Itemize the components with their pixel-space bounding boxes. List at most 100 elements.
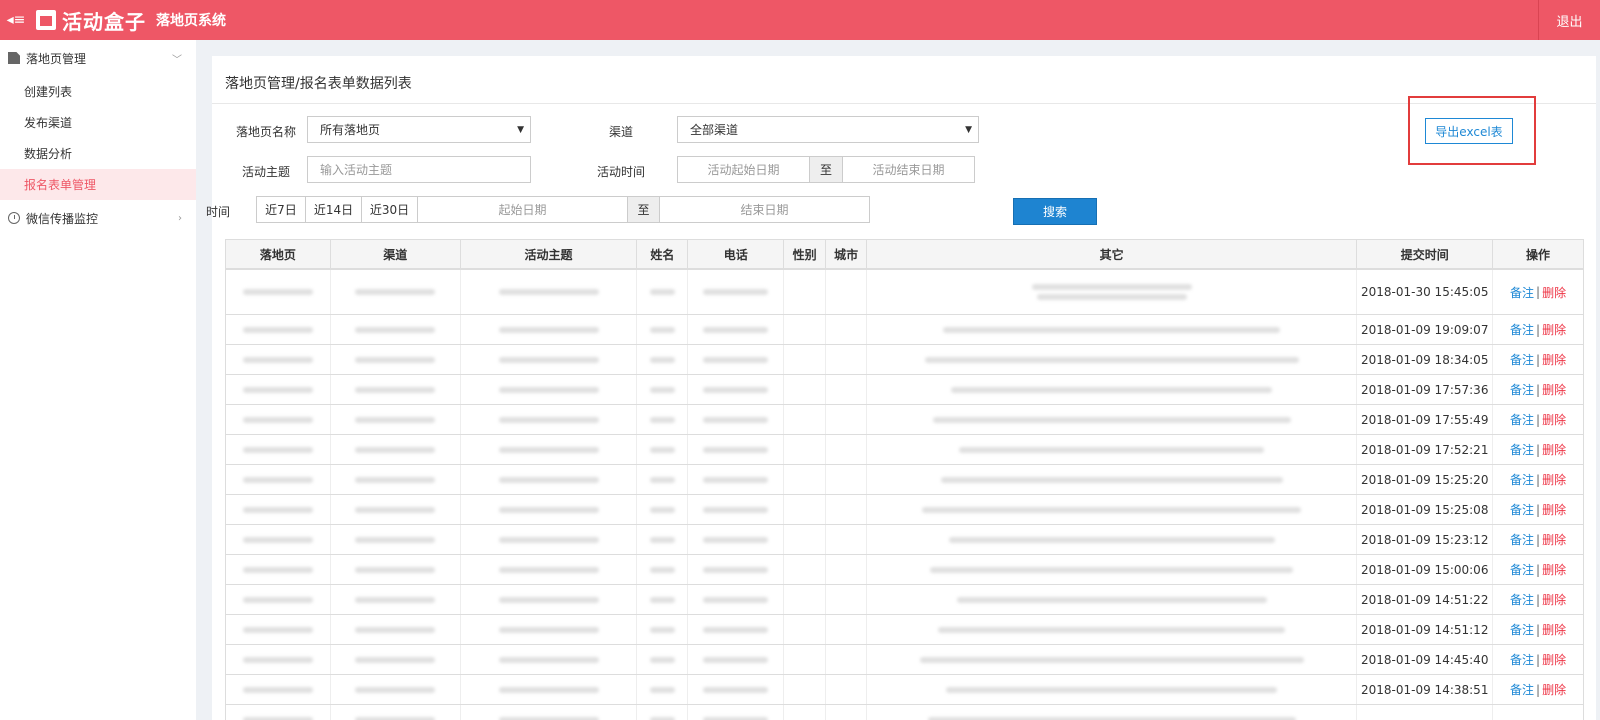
sidebar-item-form-management[interactable]: 报名表单管理 — [0, 169, 196, 200]
table-cell — [461, 375, 638, 404]
column-header[interactable]: 落地页 — [226, 240, 331, 268]
delete-link[interactable]: 删除 — [1542, 351, 1566, 368]
table-cell — [461, 615, 638, 644]
sidebar-item-data-analysis[interactable]: 数据分析 — [0, 138, 196, 169]
quick-range-14d[interactable]: 近14日 — [305, 196, 362, 223]
column-header[interactable]: 渠道 — [331, 240, 461, 268]
note-link[interactable]: 备注 — [1510, 531, 1534, 548]
delete-link[interactable]: 删除 — [1542, 681, 1566, 698]
note-link[interactable]: 备注 — [1510, 441, 1534, 458]
redacted-text — [703, 596, 769, 603]
landing-select[interactable]: 所有落地页 ▼ — [307, 116, 531, 143]
redacted-text — [703, 289, 769, 295]
table-cell — [637, 615, 689, 644]
note-link[interactable]: 备注 — [1510, 501, 1534, 518]
column-header[interactable]: 性别 — [784, 240, 827, 268]
activity-start-date-input[interactable]: 活动起始日期 — [677, 156, 810, 183]
row-actions: 备注 | 删除 — [1510, 471, 1566, 488]
delete-link[interactable]: 删除 — [1542, 381, 1566, 398]
redacted-text — [930, 566, 1294, 573]
column-header[interactable]: 姓名 — [637, 240, 689, 268]
redacted-text — [242, 476, 313, 483]
note-link[interactable]: 备注 — [1510, 621, 1534, 638]
note-link[interactable]: 备注 — [1510, 651, 1534, 668]
delete-link[interactable]: 删除 — [1542, 471, 1566, 488]
submit-start-date-input[interactable]: 起始日期 — [417, 196, 628, 223]
delete-link[interactable]: 删除 — [1542, 561, 1566, 578]
table-cell — [637, 465, 689, 494]
activity-end-date-input[interactable]: 活动结束日期 — [842, 156, 975, 183]
table-row: 2018-01-09 17:52:21 备注 | 删除 — [225, 435, 1584, 465]
table-cell — [461, 525, 638, 554]
table-cell — [867, 495, 1358, 524]
delete-link[interactable]: 删除 — [1542, 411, 1566, 428]
column-header[interactable]: 操作 — [1493, 240, 1583, 268]
row-actions: 备注 | 删除 — [1510, 561, 1566, 578]
table-row: 2018-01-09 19:09:07 备注 | 删除 — [225, 315, 1584, 345]
note-link[interactable]: 备注 — [1510, 284, 1534, 301]
redacted-text — [649, 356, 675, 363]
redacted-text — [355, 506, 436, 513]
table-cell — [637, 315, 689, 344]
note-link[interactable]: 备注 — [1510, 411, 1534, 428]
note-link[interactable]: 备注 — [1510, 471, 1534, 488]
channel-select[interactable]: 全部渠道 ▼ — [677, 116, 979, 143]
quick-range-30d[interactable]: 近30日 — [361, 196, 418, 223]
redacted-text — [703, 386, 769, 393]
table-cell — [826, 645, 868, 674]
topic-input[interactable]: 输入活动主题 — [307, 156, 531, 183]
menu-toggle-icon[interactable]: ◂≡ — [2, 12, 30, 28]
sidebar-item-create-list[interactable]: 创建列表 — [0, 76, 196, 107]
table-cell — [688, 675, 785, 704]
delete-link[interactable]: 删除 — [1542, 284, 1566, 301]
table-cell — [461, 555, 638, 584]
redacted-text — [242, 536, 313, 543]
submit-end-date-input[interactable]: 结束日期 — [659, 196, 870, 223]
sidebar-item-publish-channel[interactable]: 发布渠道 — [0, 107, 196, 138]
column-header[interactable]: 活动主题 — [461, 240, 638, 268]
table-cell — [867, 375, 1358, 404]
delete-link[interactable]: 删除 — [1542, 591, 1566, 608]
table-cell — [226, 675, 331, 704]
redacted-text — [703, 716, 769, 720]
redacted-text — [355, 289, 436, 295]
table-cell — [637, 405, 689, 434]
column-header[interactable]: 城市 — [826, 240, 868, 268]
table-row: 2018-01-09 14:45:40 备注 | 删除 — [225, 645, 1584, 675]
table-cell — [1357, 705, 1494, 720]
column-header[interactable]: 其它 — [867, 240, 1358, 268]
redacted-text — [498, 596, 599, 603]
note-link[interactable]: 备注 — [1510, 321, 1534, 338]
note-link[interactable]: 备注 — [1510, 561, 1534, 578]
redacted-text — [498, 716, 599, 720]
sidebar-group-landing[interactable]: 落地页管理 ﹀ — [0, 40, 196, 76]
landing-select-value: 所有落地页 — [320, 123, 381, 137]
sidebar-group-wechat[interactable]: 微信传播监控 › — [0, 200, 196, 236]
table-cell: 2018-01-09 14:45:40 — [1357, 645, 1494, 674]
redacted-text — [498, 626, 599, 633]
delete-link[interactable]: 删除 — [1542, 441, 1566, 458]
table-cell — [688, 465, 785, 494]
chevron-right-icon: › — [178, 212, 182, 224]
quick-range-7d[interactable]: 近7日 — [256, 196, 306, 223]
delete-link[interactable]: 删除 — [1542, 531, 1566, 548]
note-link[interactable]: 备注 — [1510, 381, 1534, 398]
delete-link[interactable]: 删除 — [1542, 321, 1566, 338]
note-link[interactable]: 备注 — [1510, 351, 1534, 368]
action-separator: | — [1536, 592, 1541, 607]
table-cell — [688, 315, 785, 344]
table-cell — [461, 585, 638, 614]
column-header[interactable]: 电话 — [688, 240, 785, 268]
delete-link[interactable]: 删除 — [1542, 651, 1566, 668]
delete-link[interactable]: 删除 — [1542, 501, 1566, 518]
table-row: 2018-01-09 17:55:49 备注 | 删除 — [225, 405, 1584, 435]
column-header[interactable]: 提交时间 — [1357, 240, 1494, 268]
logout-button[interactable]: 退出 — [1538, 0, 1600, 40]
table-cell — [226, 465, 331, 494]
table-cell: 2018-01-09 14:51:12 — [1357, 615, 1494, 644]
note-link[interactable]: 备注 — [1510, 681, 1534, 698]
search-button[interactable]: 搜索 — [1013, 198, 1097, 225]
action-separator: | — [1536, 502, 1541, 517]
delete-link[interactable]: 删除 — [1542, 621, 1566, 638]
note-link[interactable]: 备注 — [1510, 591, 1534, 608]
